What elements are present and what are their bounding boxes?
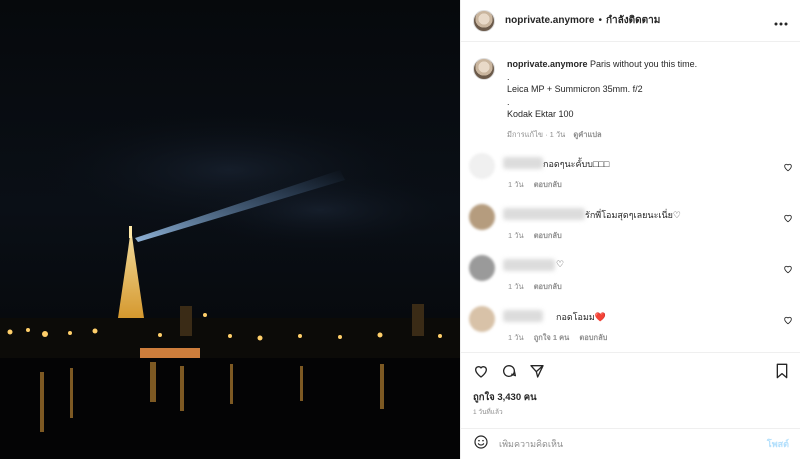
comment-like-icon[interactable] [783,312,793,330]
caption-line-5: Kodak Ektar 100 [507,109,574,119]
caption-line-2: . [507,71,510,82]
commenter-name[interactable] [503,310,543,322]
author-avatar[interactable] [473,9,495,32]
comment-time: 1 วัน [508,180,524,189]
commenter-name[interactable] [503,208,585,220]
reply-button[interactable]: ตอบกลับ [534,282,562,291]
post-actions [461,352,800,388]
comment-like-icon[interactable] [783,210,793,228]
post-caption: noprivate.anymore Paris without you this… [461,42,800,152]
comment-input[interactable] [499,439,767,449]
comment-like-icon[interactable] [783,261,793,279]
post-photo [0,0,460,459]
comment-likes-count[interactable]: ถูกใจ 1 คน [534,333,570,342]
caption-line-3: Leica MP + Summicron 35mm. f/2 [507,84,643,94]
commenter-avatar[interactable] [469,153,495,179]
caption-line-1: Paris without you this time. [590,59,698,69]
bookmark-icon[interactable] [775,363,789,379]
comment-item: ♡ 1 วัน ตอบกลับ [461,249,800,299]
edited-label: มีการแก้ไข · 1 วัน [507,129,566,139]
emoji-icon[interactable] [473,434,489,455]
caption-username[interactable]: noprivate.anymore [507,59,588,69]
comment-time: 1 วัน [508,282,524,291]
commenter-avatar[interactable] [469,255,495,281]
eiffel-night-photo [0,0,460,459]
comment-text: กอดโอมม❤️ [556,312,607,322]
commenter-avatar[interactable] [469,306,495,332]
reply-button[interactable]: ตอบกลับ [534,180,562,189]
commenter-avatar[interactable] [469,204,495,230]
comment-icon[interactable] [501,363,517,379]
commenter-name[interactable] [503,259,555,271]
commenter-name[interactable] [503,157,543,169]
comment-time: 1 วัน [508,333,524,342]
comment-time: 1 วัน [508,231,524,240]
caption-line-4: . [507,96,510,107]
comment-meta: 1 วัน ตอบกลับ [508,281,570,293]
more-icon[interactable] [774,13,788,29]
comment-meta: 1 วัน ตอบกลับ [508,230,570,242]
comment-meta: 1 วัน ถูกใจ 1 คน ตอบกลับ [508,332,615,344]
caption-meta: มีการแก้ไข · 1 วัน ดูคำแปล [507,129,697,142]
add-comment-bar: โพสต์ [461,428,800,459]
red-heart-emoji: ❤️ [594,312,607,322]
share-icon[interactable] [529,363,545,379]
caption-avatar[interactable] [473,58,495,80]
comment-like-icon[interactable] [783,159,793,177]
see-translation-link[interactable]: ดูคำแปล [573,130,601,139]
comment-text: รักพี่โอมสุดๆเลยนะเนี่ย♡ [585,210,681,220]
reply-button[interactable]: ตอบกลับ [534,231,562,240]
header-separator: • [598,15,602,26]
comment-text: กอดๆนะคั้บบ□□□ [543,159,610,169]
post-detail-panel: noprivate.anymore • กำลังติดตาม noprivat… [460,0,800,459]
comment-item: กอดโอมม❤️ 1 วัน ถูกใจ 1 คน ตอบกลับ [461,300,800,350]
posted-time: 1 วันที่แล้ว [473,409,503,416]
caption-body: noprivate.anymore Paris without you this… [507,58,697,152]
comment-item: รักพี่โอมสุดๆเลยนะเนี่ย♡ 1 วัน ตอบกลับ [461,198,800,248]
post-comment-button[interactable]: โพสต์ [767,437,789,451]
comment-item: กอดๆนะคั้บบ□□□ 1 วัน ตอบกลับ [461,147,800,197]
comment-text: ♡ [556,259,565,269]
heart-icon[interactable] [473,363,489,379]
post-header: noprivate.anymore • กำลังติดตาม [461,0,800,42]
following-button[interactable]: กำลังติดตาม [606,13,660,28]
likes-count[interactable]: ถูกใจ 3,430 คน [473,390,537,405]
comment-meta: 1 วัน ตอบกลับ [508,179,570,191]
reply-button[interactable]: ตอบกลับ [579,333,607,342]
author-username[interactable]: noprivate.anymore [505,15,594,26]
